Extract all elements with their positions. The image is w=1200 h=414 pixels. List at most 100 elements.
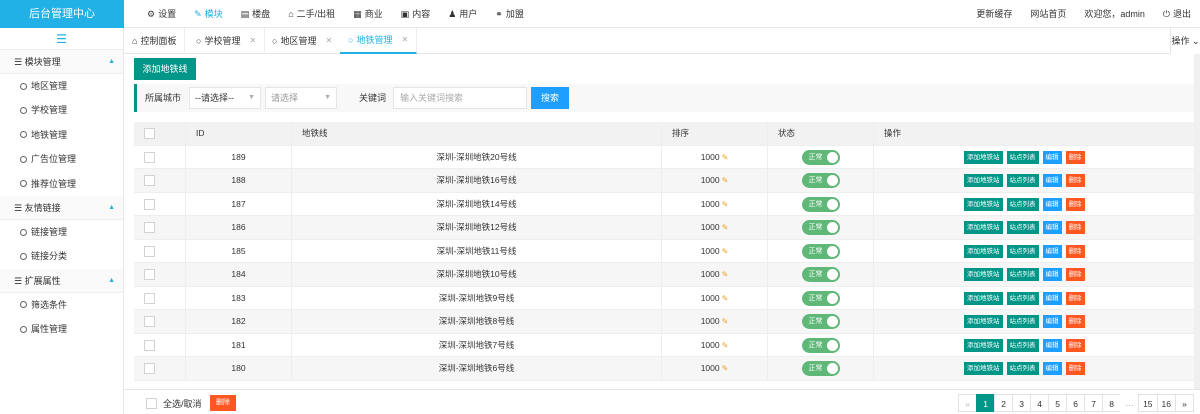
status-toggle[interactable]: 正常: [801, 337, 840, 353]
tab-ops-button[interactable]: 操作 ⌄: [1170, 28, 1200, 54]
sort-value[interactable]: 1000: [701, 199, 720, 209]
delete-button[interactable]: 删除: [1065, 244, 1085, 258]
edit-button[interactable]: 编辑: [1042, 338, 1062, 352]
sidebar-item[interactable]: 推荐位管理: [0, 172, 123, 196]
station-list-button[interactable]: 站点列表: [1006, 197, 1039, 211]
add-subway-line-button[interactable]: 添加地铁线: [134, 58, 196, 80]
status-toggle[interactable]: 正常: [801, 314, 840, 330]
row-checkbox[interactable]: [144, 292, 155, 304]
sub-select[interactable]: 请选择 ▼: [265, 87, 337, 109]
pencil-icon[interactable]: ✎: [722, 247, 729, 256]
sidebar-item[interactable]: 地铁管理: [0, 123, 123, 147]
topnav-users[interactable]: ♟ 用户: [439, 0, 486, 28]
topnav-content[interactable]: ▣ 内容: [392, 0, 440, 28]
topnav-settings[interactable]: ⚙ 设置: [138, 0, 185, 28]
close-icon[interactable]: ✕: [249, 28, 256, 54]
status-toggle[interactable]: 正常: [801, 267, 840, 283]
delete-button[interactable]: 删除: [1065, 197, 1085, 211]
delete-button[interactable]: 删除: [1065, 221, 1085, 235]
add-station-button[interactable]: 添加地铁站: [964, 338, 1003, 352]
close-icon[interactable]: ✕: [325, 28, 332, 54]
sort-value[interactable]: 1000: [701, 316, 720, 326]
station-list-button[interactable]: 站点列表: [1006, 221, 1039, 235]
select-all-checkbox[interactable]: [146, 398, 157, 409]
station-list-button[interactable]: 站点列表: [1006, 244, 1039, 258]
sidebar-group[interactable]: ☰ 扩展属性 ▲: [0, 268, 123, 293]
tab-0[interactable]: ⌂ 控制面板: [124, 28, 186, 54]
station-list-button[interactable]: 站点列表: [1006, 150, 1039, 164]
station-list-button[interactable]: 站点列表: [1006, 174, 1039, 188]
pencil-icon[interactable]: ✎: [722, 341, 729, 350]
tab-2[interactable]: ○ 地区管理 ✕: [264, 28, 342, 54]
row-checkbox[interactable]: [144, 175, 155, 187]
row-checkbox[interactable]: [144, 316, 155, 328]
topnav-business[interactable]: ▦ 商业: [344, 0, 392, 28]
sidebar-item[interactable]: 链接管理: [0, 220, 123, 244]
sort-value[interactable]: 1000: [701, 340, 720, 350]
status-toggle[interactable]: 正常: [801, 149, 840, 165]
topnav-secondhand[interactable]: ⌂ 二手/出租: [279, 0, 344, 28]
brand-title[interactable]: 后台管理中心: [0, 0, 124, 28]
page-button[interactable]: 7: [1084, 394, 1104, 412]
refresh-cache-link[interactable]: 更新缓存: [967, 0, 1021, 28]
tab-1[interactable]: ○ 学校管理 ✕: [188, 28, 266, 54]
city-select[interactable]: --请选择-- ▼: [189, 87, 261, 109]
tab-3[interactable]: ○ 地铁管理 ✕: [340, 27, 418, 54]
pencil-icon[interactable]: ✎: [722, 200, 729, 209]
sidebar-item[interactable]: 筛选条件: [0, 293, 123, 317]
menu-toggle-icon[interactable]: ☰: [0, 28, 123, 50]
topnav-modules[interactable]: ✎ 模块: [185, 0, 232, 28]
sidebar-group[interactable]: ☰ 模块管理 ▲: [0, 50, 123, 74]
status-toggle[interactable]: 正常: [801, 290, 840, 306]
row-checkbox[interactable]: [144, 363, 155, 375]
pencil-icon[interactable]: ✎: [722, 153, 729, 162]
logout-link[interactable]: ⏻ 退出: [1154, 0, 1200, 28]
delete-button[interactable]: 删除: [1065, 338, 1085, 352]
edit-button[interactable]: 编辑: [1042, 197, 1062, 211]
status-toggle[interactable]: 正常: [801, 220, 840, 236]
page-button[interactable]: 1: [976, 394, 996, 412]
add-station-button[interactable]: 添加地铁站: [964, 291, 1003, 305]
sort-value[interactable]: 1000: [701, 269, 720, 279]
delete-button[interactable]: 删除: [1065, 315, 1085, 329]
page-button[interactable]: 16: [1156, 394, 1176, 412]
prev-page-button[interactable]: «: [958, 394, 978, 412]
row-checkbox[interactable]: [144, 222, 155, 234]
add-station-button[interactable]: 添加地铁站: [964, 197, 1003, 211]
pencil-icon[interactable]: ✎: [722, 364, 729, 373]
add-station-button[interactable]: 添加地铁站: [964, 268, 1003, 282]
edit-button[interactable]: 编辑: [1042, 362, 1062, 376]
delete-button[interactable]: 删除: [1065, 362, 1085, 376]
status-toggle[interactable]: 正常: [801, 173, 840, 189]
pencil-icon[interactable]: ✎: [722, 294, 729, 303]
edit-button[interactable]: 编辑: [1042, 315, 1062, 329]
sidebar-item[interactable]: 地区管理: [0, 74, 123, 98]
select-all[interactable]: 全选/取消: [146, 397, 202, 410]
sort-value[interactable]: 1000: [701, 152, 720, 162]
edit-button[interactable]: 编辑: [1042, 268, 1062, 282]
sort-value[interactable]: 1000: [701, 363, 720, 373]
pencil-icon[interactable]: ✎: [722, 223, 729, 232]
add-station-button[interactable]: 添加地铁站: [964, 244, 1003, 258]
close-icon[interactable]: ✕: [401, 27, 408, 53]
pencil-icon[interactable]: ✎: [722, 176, 729, 185]
search-button[interactable]: 搜索: [531, 87, 569, 109]
status-toggle[interactable]: 正常: [801, 196, 840, 212]
delete-button[interactable]: 删除: [1065, 150, 1085, 164]
edit-button[interactable]: 编辑: [1042, 244, 1062, 258]
add-station-button[interactable]: 添加地铁站: [964, 150, 1003, 164]
page-button[interactable]: 8: [1102, 394, 1122, 412]
bulk-delete-button[interactable]: 删除: [210, 395, 236, 411]
sidebar-group[interactable]: ☰ 友情链接 ▲: [0, 195, 123, 220]
station-list-button[interactable]: 站点列表: [1006, 315, 1039, 329]
pencil-icon[interactable]: ✎: [722, 317, 729, 326]
sort-value[interactable]: 1000: [701, 293, 720, 303]
pencil-icon[interactable]: ✎: [722, 270, 729, 279]
header-checkbox[interactable]: [144, 128, 155, 140]
sidebar-item[interactable]: 学校管理: [0, 98, 123, 122]
keyword-input[interactable]: 输入关键词搜索: [393, 87, 527, 109]
page-button[interactable]: 3: [1012, 394, 1032, 412]
sort-value[interactable]: 1000: [701, 246, 720, 256]
station-list-button[interactable]: 站点列表: [1006, 268, 1039, 282]
row-checkbox[interactable]: [144, 198, 155, 210]
